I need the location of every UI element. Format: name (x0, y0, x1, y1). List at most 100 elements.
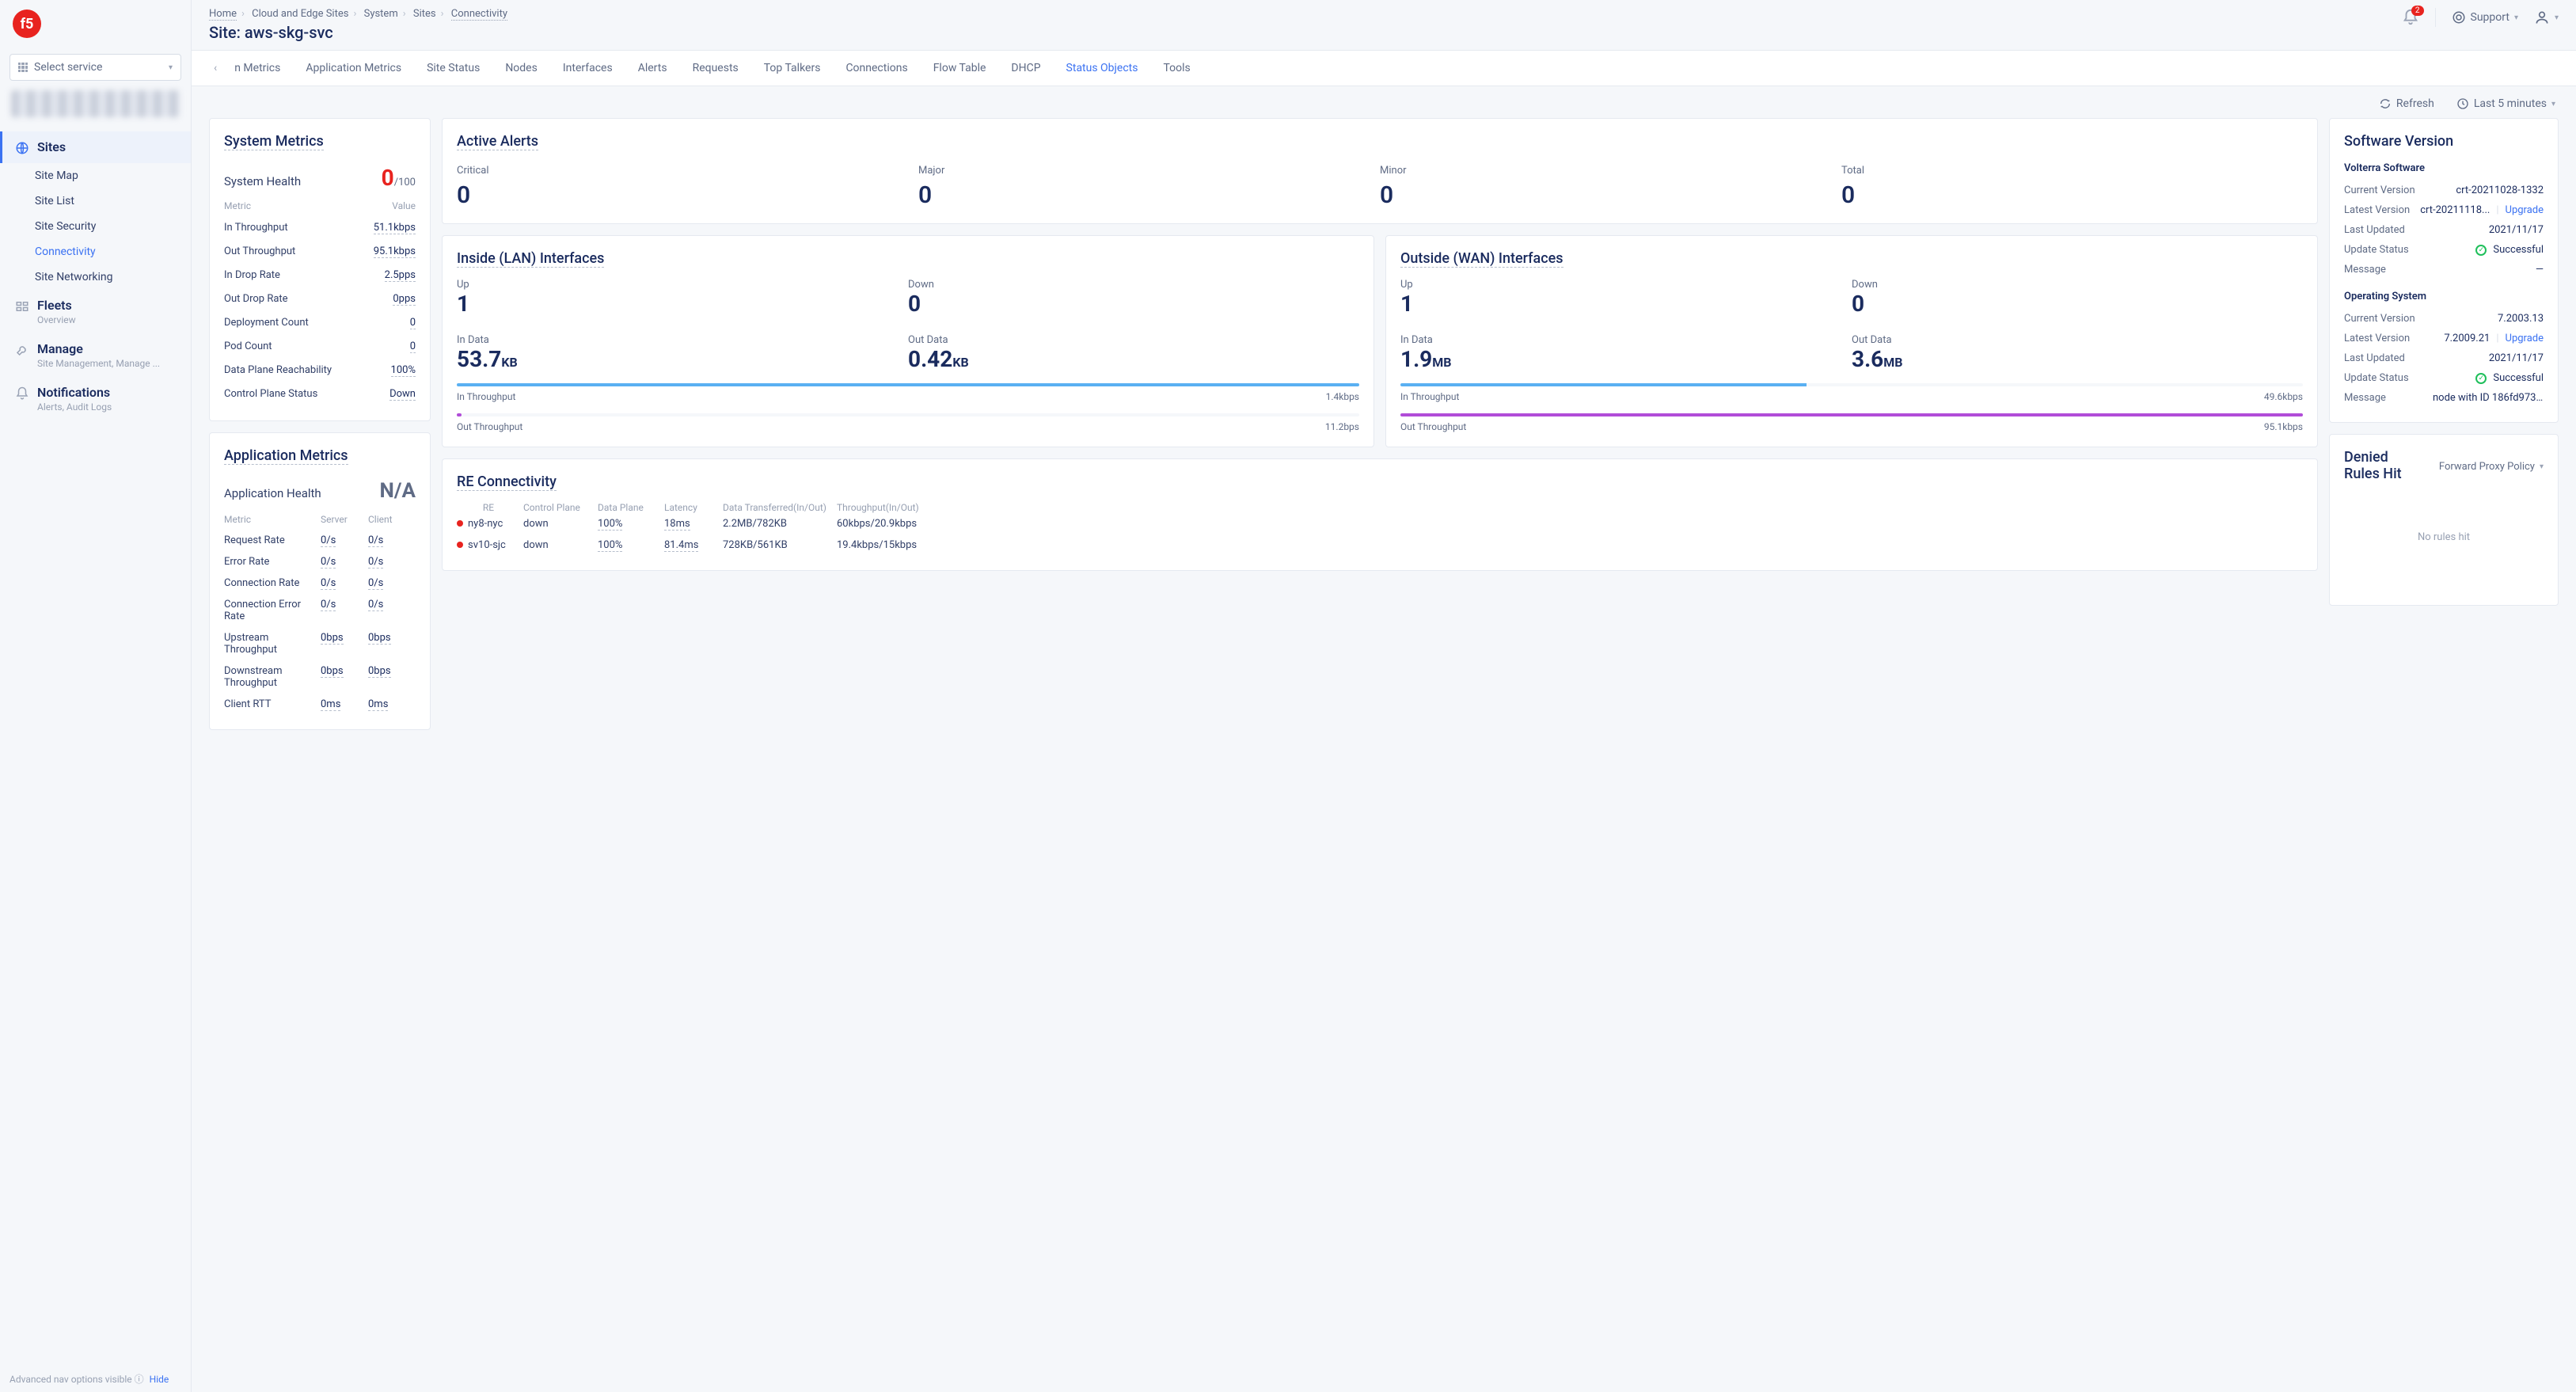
tab-tools[interactable]: Tools (1150, 51, 1203, 86)
tab-connections[interactable]: Connections (833, 51, 920, 86)
tab-metrics-trunc[interactable]: n Metrics (222, 51, 293, 86)
chevron-down-icon: ▾ (169, 63, 173, 72)
sw-value: Successful (2493, 372, 2544, 384)
subnav-site-networking[interactable]: Site Networking (35, 264, 191, 290)
sw-key: Message (2344, 392, 2386, 404)
tab-flow-table[interactable]: Flow Table (921, 51, 999, 86)
sidebar-desc-fleets: Overview (37, 314, 76, 325)
denied-title: Denied Rules Hit (2344, 449, 2423, 484)
crumb-home[interactable]: Home (209, 8, 237, 21)
crumb-cloud-edge[interactable]: Cloud and Edge Sites (252, 8, 348, 20)
system-metrics-card: System Metrics System Health 0/100 Metri… (209, 118, 431, 421)
tabs-bar: ‹ n Metrics Application Metrics Site Sta… (192, 51, 2576, 86)
support-menu[interactable]: Support ▾ (2452, 10, 2518, 25)
sw-volterra-title: Volterra Software (2344, 162, 2544, 174)
grid-icon (18, 63, 28, 72)
alert-label: Critical (457, 165, 918, 177)
advanced-nav-hide-link[interactable]: Hide (150, 1374, 169, 1385)
app-metric-row: Error Rate0/s0/s (224, 551, 416, 572)
tabs-scroll-left[interactable]: ‹ (209, 54, 222, 82)
chevron-down-icon: ▾ (2555, 13, 2559, 22)
re-col-dp: Data Plane (598, 502, 661, 513)
lan-up-label: Up (457, 279, 908, 291)
tab-dhcp[interactable]: DHCP (998, 51, 1053, 86)
lan-down-label: Down (908, 279, 1359, 291)
tab-site-status[interactable]: Site Status (414, 51, 492, 86)
tab-application-metrics[interactable]: Application Metrics (293, 51, 414, 86)
lifebuoy-icon (2452, 10, 2466, 25)
metric-row: In Drop Rate2.5pps (224, 264, 416, 287)
sidebar-item-notifications[interactable]: Notifications Alerts, Audit Logs (0, 377, 191, 420)
denied-rules-card: Denied Rules Hit Forward Proxy Policy ▾ … (2329, 434, 2559, 606)
lan-in-thr-value: 1.4kbps (1326, 391, 1359, 402)
wan-in-bar (1400, 383, 2303, 386)
metric-key: Upstream Throughput (224, 632, 321, 656)
denied-policy-selector[interactable]: Forward Proxy Policy ▾ (2439, 461, 2544, 473)
lan-up-value: 1 (457, 291, 908, 317)
metric-row: In Throughput51.1kbps (224, 216, 416, 240)
sw-value: node with ID 186fd973-0... (2433, 392, 2544, 404)
sw-value: 7.2003.13 (2498, 313, 2544, 325)
wan-out-bar (1400, 413, 2303, 416)
sw-key: Last Updated (2344, 224, 2405, 236)
subnav-site-list[interactable]: Site List (35, 188, 191, 214)
re-title: RE Connectivity (457, 474, 557, 491)
tab-nodes[interactable]: Nodes (492, 51, 550, 86)
subnav-site-security[interactable]: Site Security (35, 214, 191, 239)
topbar: Home› Cloud and Edge Sites› System› Site… (192, 0, 2576, 51)
tab-requests[interactable]: Requests (680, 51, 751, 86)
wan-up-value: 1 (1400, 291, 1852, 317)
tab-alerts[interactable]: Alerts (625, 51, 680, 86)
subnav-site-map[interactable]: Site Map (35, 163, 191, 188)
metric-row: Out Throughput95.1kbps (224, 240, 416, 264)
metric-key: Downstream Throughput (224, 665, 321, 689)
metric-key: Pod Count (224, 340, 272, 353)
wan-up-label: Up (1400, 279, 1852, 291)
wan-out-thr-label: Out Throughput (1400, 421, 1466, 432)
alert-stat: Critical0 (457, 165, 918, 209)
refresh-label: Refresh (2396, 97, 2434, 110)
sw-key: Update Status (2344, 372, 2409, 384)
lan-down-value: 0 (908, 291, 1359, 317)
wan-interfaces-card: Outside (WAN) Interfaces Up1 Down0 In Da… (1385, 235, 2318, 447)
refresh-button[interactable]: Refresh (2379, 97, 2434, 110)
time-range-selector[interactable]: Last 5 minutes ▾ (2456, 97, 2555, 110)
sidebar-item-sites[interactable]: Sites (0, 131, 191, 163)
sidebar-item-fleets[interactable]: Fleets Overview (0, 290, 191, 333)
sidebar-item-manage[interactable]: Manage Site Management, Manage ... (0, 333, 191, 377)
wan-in-thr-label: In Throughput (1400, 391, 1459, 402)
globe-icon (15, 141, 29, 155)
crumb-system[interactable]: System (364, 8, 398, 20)
metric-client: 0/s (368, 556, 416, 568)
tab-status-objects[interactable]: Status Objects (1054, 51, 1151, 86)
metric-row: Pod Count0 (224, 335, 416, 359)
service-selector[interactable]: Select service ▾ (9, 54, 181, 81)
alert-count: 0 (918, 181, 1380, 209)
re-dp: 100% (598, 539, 661, 551)
tab-interfaces[interactable]: Interfaces (550, 51, 625, 86)
page-title: Site: aws-skg-svc (209, 23, 507, 42)
app-metric-row: Client RTT0ms0ms (224, 694, 416, 715)
subnav-connectivity[interactable]: Connectivity (35, 239, 191, 264)
app-health-label: Application Health (224, 486, 321, 500)
metric-value: 0 (410, 317, 416, 329)
chevron-down-icon: ▾ (2514, 13, 2518, 22)
crumb-connectivity[interactable]: Connectivity (451, 8, 507, 21)
sw-row: Latest Versioncrt-20211118...|Upgrade (2344, 200, 2544, 220)
tab-top-talkers[interactable]: Top Talkers (751, 51, 834, 86)
user-menu[interactable]: ▾ (2534, 10, 2559, 25)
sw-value: Successful (2493, 244, 2544, 256)
sw-value: 7.2009.21 (2444, 333, 2490, 344)
notifications-button[interactable]: 2 (2402, 9, 2419, 26)
app-metric-row: Connection Error Rate0/s0/s (224, 594, 416, 627)
sw-key: Latest Version (2344, 333, 2410, 344)
sw-key: Last Updated (2344, 352, 2405, 364)
upgrade-link[interactable]: Upgrade (2506, 204, 2544, 216)
sw-row: Latest Version7.2009.21|Upgrade (2344, 329, 2544, 348)
metric-key: Control Plane Status (224, 388, 317, 401)
upgrade-link[interactable]: Upgrade (2506, 333, 2544, 344)
application-metrics-card: Application Metrics Application Health N… (209, 432, 431, 730)
alert-label: Major (918, 165, 1380, 177)
sidebar-desc-notifications: Alerts, Audit Logs (37, 401, 112, 413)
crumb-sites[interactable]: Sites (413, 8, 436, 20)
